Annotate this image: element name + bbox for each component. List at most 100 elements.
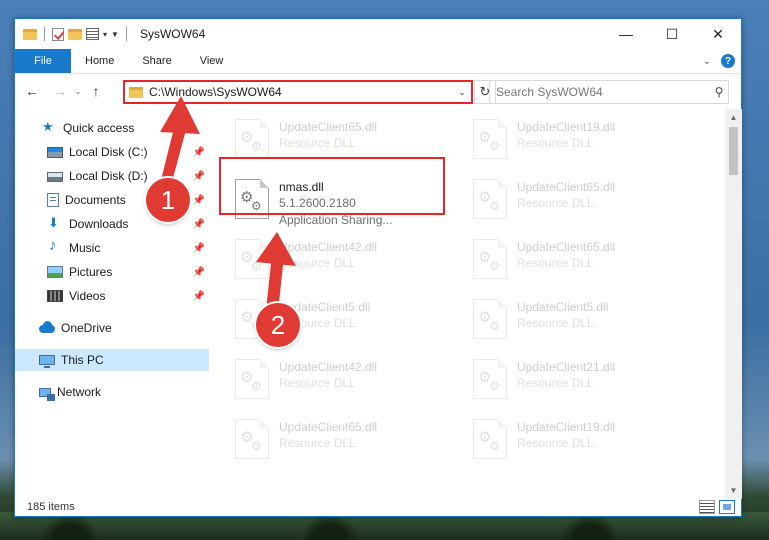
recent-locations-button[interactable]: ⌄ [71, 87, 85, 96]
list-item[interactable]: ⚙ ⚙ UpdateClient21.dll Resource DLL [473, 355, 703, 405]
sidebar-item-downloads[interactable]: Downloads 📌 [15, 213, 209, 235]
sidebar-item-pictures[interactable]: Pictures 📌 [15, 261, 209, 283]
minimize-button[interactable]: — [603, 19, 649, 49]
list-item[interactable]: ⚙ ⚙ UpdateClient65.dll Resource DLL [473, 175, 703, 225]
sidebar-item-onedrive[interactable]: OneDrive [15, 317, 209, 339]
sidebar-item-documents[interactable]: Documents 📌 [15, 189, 209, 211]
tab-view[interactable]: View [186, 49, 238, 73]
sidebar-item-label: Documents [65, 193, 126, 207]
tab-file[interactable]: File [15, 49, 71, 73]
pictures-icon [47, 266, 63, 278]
dll-file-icon: ⚙ ⚙ [235, 239, 269, 279]
forward-button[interactable]: → [49, 83, 71, 99]
ribbon-tabs: File Home Share View ⌄ ? [15, 49, 741, 74]
list-item-nmas-dll[interactable]: ⚙ ⚙ nmas.dll 5.1.2600.2180 Application Shar… [235, 175, 465, 227]
list-item[interactable]: ⚙ ⚙ UpdateClient5.dll Resource DLL [235, 295, 465, 345]
properties-check-icon[interactable] [52, 27, 64, 41]
sidebar-item-label: Pictures [69, 265, 113, 279]
sidebar-item-label: OneDrive [61, 321, 112, 335]
chevron-down-icon[interactable]: ▾ [103, 30, 107, 39]
sidebar-item-local-disk-d[interactable]: Local Disk (D:) 📌 [15, 165, 209, 187]
file-description: Application Sharing... [279, 213, 393, 227]
music-icon [47, 237, 63, 255]
dll-file-icon: ⚙ ⚙ [473, 419, 507, 459]
list-item[interactable]: ⚙ ⚙ UpdateClient65.dll Resource DLL [473, 235, 703, 285]
sidebar-item-quick-access[interactable]: Quick access [15, 117, 209, 139]
file-name: nmas.dll [279, 180, 324, 194]
onedrive-icon [39, 321, 55, 335]
properties-icon[interactable] [86, 28, 99, 40]
file-name: UpdateClient19.dll [517, 120, 616, 134]
ribbon-right: ⌄ ? [703, 49, 741, 73]
view-toggle [699, 500, 735, 514]
dll-file-icon: ⚙ ⚙ [473, 359, 507, 399]
sidebar-item-local-disk-c[interactable]: Local Disk (C:) 📌 [15, 141, 209, 163]
download-icon [47, 215, 63, 231]
file-description: Resource DLL [517, 136, 594, 150]
sidebar-item-music[interactable]: Music 📌 [15, 237, 209, 259]
expand-ribbon-icon[interactable]: ⌄ [703, 56, 711, 67]
search-box[interactable]: ⚲ [489, 80, 729, 104]
dll-file-icon: ⚙ ⚙ [235, 359, 269, 399]
details-view-icon[interactable] [699, 500, 715, 514]
list-item[interactable]: ⚙ ⚙ UpdateClient42.dll Resource DLL [235, 235, 465, 285]
sidebar-item-label: Downloads [69, 217, 129, 231]
address-bar[interactable]: C:\Windows\SysWOW64 ⌄ [123, 80, 473, 104]
list-item[interactable]: ⚙ ⚙ UpdateClient19.dll Resource DLL [473, 115, 703, 165]
dll-file-icon: ⚙ ⚙ [235, 419, 269, 459]
file-name: UpdateClient42.dll [279, 240, 378, 254]
window-controls: — ☐ ✕ [603, 19, 741, 49]
list-item[interactable]: ⚙ ⚙ UpdateClient19.dll Resource DLL [473, 415, 703, 465]
pin-icon[interactable]: 📌 [193, 291, 205, 302]
address-path[interactable]: C:\Windows\SysWOW64 [149, 85, 453, 99]
navigation-pane: Quick access Local Disk (C:) 📌 Local Dis… [15, 115, 209, 495]
search-input[interactable] [496, 85, 710, 99]
pin-icon[interactable]: 📌 [193, 243, 205, 254]
sidebar-item-label: Quick access [63, 121, 135, 135]
pin-icon[interactable]: 📌 [193, 267, 205, 278]
tab-home[interactable]: Home [71, 49, 128, 73]
file-version: 5.1.2600.2180 [279, 196, 356, 210]
scroll-thumb[interactable] [729, 127, 738, 175]
up-button[interactable]: ↑ [85, 83, 107, 99]
list-item[interactable]: ⚙ ⚙ UpdateClient42.dll Resource DLL [235, 355, 465, 405]
help-icon[interactable]: ? [721, 54, 735, 68]
customize-toolbar-icon[interactable]: ▼ [111, 30, 119, 39]
file-description: Resource DLL [517, 256, 594, 270]
quick-access-toolbar: ▾ ▼ [15, 27, 130, 41]
sidebar-item-network[interactable]: Network [15, 381, 209, 403]
chevron-down-icon[interactable]: ⌄ [453, 87, 471, 98]
file-name: UpdateClient65.dll [279, 420, 378, 434]
folder-icon [129, 86, 143, 98]
list-item[interactable]: ⚙ ⚙ UpdateClient65.dll Resource DLL [235, 115, 465, 165]
file-name: UpdateClient21.dll [517, 360, 616, 374]
file-description: Resource DLL [279, 376, 356, 390]
this-pc-icon [39, 355, 55, 368]
pin-icon[interactable]: 📌 [193, 195, 205, 206]
new-folder-icon[interactable] [68, 28, 82, 40]
tab-share[interactable]: Share [128, 49, 185, 73]
close-button[interactable]: ✕ [695, 19, 741, 49]
sidebar-item-label: Local Disk (C:) [69, 145, 148, 159]
pin-icon[interactable]: 📌 [193, 219, 205, 230]
pin-icon[interactable]: 📌 [193, 171, 205, 182]
scroll-up-icon[interactable]: ▲ [725, 109, 742, 126]
list-item[interactable]: ⚙ ⚙ UpdateClient5.dll Resource DLL [473, 295, 703, 345]
file-name: UpdateClient5.dll [279, 300, 371, 314]
back-button[interactable]: ← [21, 83, 43, 99]
pin-icon[interactable]: 📌 [193, 147, 205, 158]
sidebar-item-videos[interactable]: Videos 📌 [15, 285, 209, 307]
vertical-scrollbar[interactable]: ▲ ▼ [725, 109, 742, 499]
file-name: UpdateClient65.dll [279, 120, 378, 134]
navigation-bar: ← → ⌄ ↑ C:\Windows\SysWOW64 ⌄ ↻ ⚲ [15, 75, 741, 107]
list-item[interactable]: ⚙ ⚙ UpdateClient65.dll Resource DLL [235, 415, 465, 465]
disk-icon [47, 172, 63, 182]
file-explorer-window: ▾ ▼ SysWOW64 — ☐ ✕ File Home Share View … [14, 18, 742, 517]
toolbar-divider [125, 27, 127, 41]
folder-icon [23, 28, 37, 40]
sidebar-item-this-pc[interactable]: This PC [15, 349, 209, 371]
status-bar: 185 items [15, 496, 741, 518]
maximize-button[interactable]: ☐ [649, 19, 695, 49]
large-icons-view-icon[interactable] [719, 500, 735, 514]
windows-disk-icon [47, 146, 63, 158]
